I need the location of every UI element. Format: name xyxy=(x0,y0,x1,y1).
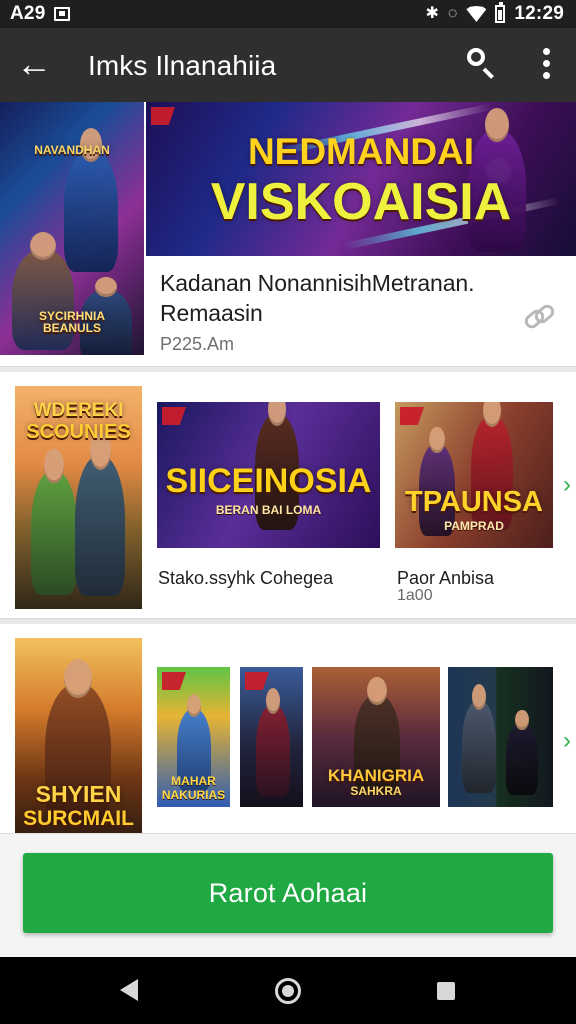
thumbnail-title-bottom: SAHKRA xyxy=(350,784,402,798)
chevron-right-icon: › xyxy=(563,727,571,754)
search-button[interactable] xyxy=(464,46,498,80)
bluetooth-icon: ✱ xyxy=(425,5,439,22)
featured-meta: P225.Am xyxy=(160,334,235,354)
game-thumbnail[interactable] xyxy=(448,667,553,807)
banner-title-bottom: VISKOAISIA xyxy=(210,173,512,231)
poster-title: NAVANDHAN xyxy=(34,143,110,157)
hero-figure xyxy=(64,128,118,272)
banner-title-top: NEDMANDAI xyxy=(247,131,475,172)
featured-info[interactable]: Kadanan NonannisihMetranan. Remaasin P22… xyxy=(146,256,576,355)
status-bar: A29 ✱ ◌ 12:29 xyxy=(0,0,576,28)
featured-title-line-1: Kadanan NonannisihMetranan. xyxy=(160,270,475,296)
back-button[interactable]: ← xyxy=(14,44,54,84)
sale-ribbon xyxy=(162,672,186,690)
system-recent-apps-button[interactable] xyxy=(430,975,462,1007)
page-title: Imks Ilnanahiia xyxy=(88,50,277,81)
game-label: Stako.ssyhk Cohegea xyxy=(158,568,334,588)
more-vert-icon xyxy=(543,48,550,55)
character-figure xyxy=(75,430,125,596)
status-time-right: 12:29 xyxy=(514,3,564,24)
wifi-icon xyxy=(466,6,487,22)
featured-poster-image[interactable]: NAVANDHAN SYCIRHNIA BEANULS xyxy=(0,102,144,355)
notification-icon xyxy=(54,7,71,21)
sale-ribbon xyxy=(162,407,186,425)
featured-card[interactable]: NAVANDHAN SYCIRHNIA BEANULS NEDMANDAI VI… xyxy=(0,102,576,372)
back-arrow-icon: ← xyxy=(16,43,52,84)
system-home-button[interactable] xyxy=(272,975,304,1007)
character-figure xyxy=(506,710,538,795)
character-figure xyxy=(256,688,290,797)
sale-ribbon xyxy=(151,107,175,125)
app-screen: A29 ✱ ◌ 12:29 ← Imks Ilnanahiia NAVANDHA… xyxy=(0,0,576,1024)
thumbnail-title-bottom: NAKURIAS xyxy=(161,788,226,802)
character-figure xyxy=(462,684,496,793)
nav-home-icon xyxy=(275,978,301,1004)
game-thumbnail[interactable]: MAHAR NAKURIAS xyxy=(157,667,230,807)
sale-ribbon xyxy=(245,672,269,690)
vibrate-icon: ◌ xyxy=(447,5,458,22)
nav-recent-icon xyxy=(437,982,455,1000)
poster-title-bottom: SCOUNIES xyxy=(26,421,131,443)
search-icon xyxy=(467,48,485,66)
game-thumbnail[interactable] xyxy=(240,667,303,807)
thumbnail-title-top: SIICEINOSIA xyxy=(165,462,372,500)
system-navigation-bar xyxy=(0,957,576,1024)
bottom-action-area: Rarot Aohaai xyxy=(0,833,576,958)
chevron-right-icon: › xyxy=(563,471,571,498)
status-right: ✱ ◌ 12:29 xyxy=(425,0,564,28)
game-sublabel: 1a00 xyxy=(397,587,433,604)
status-time-left: A29 xyxy=(10,3,46,24)
thumbnail-title-top: MAHAR xyxy=(171,774,216,788)
primary-action-button[interactable]: Rarot Aohaai xyxy=(23,853,553,933)
featured-title-line-2: Remaasin xyxy=(160,300,263,326)
row-poster-image[interactable]: WDEREKI SCOUNIES xyxy=(15,386,142,609)
poster-title-top: WDEREKI xyxy=(33,400,124,421)
status-left: A29 xyxy=(10,0,71,28)
nav-back-icon xyxy=(120,979,138,1001)
row-poster-image[interactable]: SHYIEN SURCMAIL xyxy=(15,638,142,840)
battery-icon xyxy=(495,2,506,23)
character-figure xyxy=(31,448,77,595)
thumbnail-title-bottom: BERAN BAI LOMA xyxy=(215,503,322,517)
thumbnail-title-top: KHANIGRIA xyxy=(327,766,425,785)
thumbnail-title-bottom: PAMPRAD xyxy=(444,519,504,533)
featured-banner-image[interactable]: NEDMANDAI VISKOAISIA xyxy=(146,102,576,256)
game-thumbnail[interactable]: TPAUNSA PAMPRAD xyxy=(395,402,553,548)
content-row: SHYIEN SURCMAIL MAHAR NAKURIAS KHANIGRIA… xyxy=(0,624,576,840)
more-vert-icon xyxy=(543,72,550,79)
poster-title-bottom: SURCMAIL xyxy=(23,807,134,830)
poster-title-top: SHYIEN xyxy=(35,781,122,807)
game-thumbnail[interactable]: KHANIGRIA SAHKRA xyxy=(312,667,440,807)
more-vert-icon xyxy=(543,60,550,67)
thumbnail-title-top: TPAUNSA xyxy=(404,486,544,518)
app-bar: ← Imks Ilnanahiia xyxy=(0,28,576,102)
game-thumbnail[interactable]: SIICEINOSIA BERAN BAI LOMA xyxy=(157,402,380,548)
next-row-button[interactable]: › xyxy=(558,726,576,756)
content-row: WDEREKI SCOUNIES SIICEINOSIA BERAN BAI L… xyxy=(0,372,576,624)
game-label: Paor Anbisa xyxy=(397,568,495,588)
link-button[interactable] xyxy=(521,301,558,332)
sale-ribbon xyxy=(400,407,424,425)
more-options-button[interactable] xyxy=(534,45,558,83)
hero-figure xyxy=(12,232,74,350)
system-back-button[interactable] xyxy=(116,975,148,1007)
featured-title: Kadanan NonannisihMetranan. Remaasin xyxy=(160,268,500,328)
next-row-button[interactable]: › xyxy=(558,470,576,500)
poster-subtitle: SYCIRHNIA BEANULS xyxy=(38,309,105,335)
